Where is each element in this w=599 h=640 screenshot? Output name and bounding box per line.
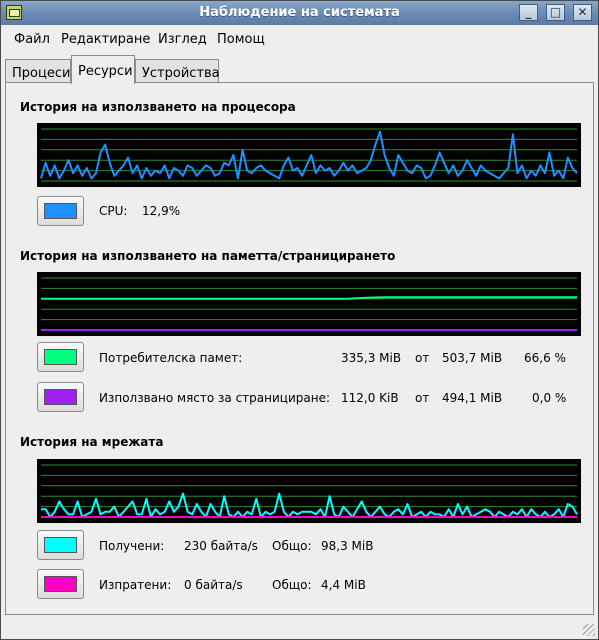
user-memory-color-button[interactable] [37,342,84,372]
maximize-button[interactable]: □ [546,4,565,21]
sent-rate: 0 байта/s [184,578,243,592]
cpu-color-button[interactable] [37,196,84,226]
network-history-chart [41,464,578,518]
received-total: 98,3 MiB [321,539,374,553]
window-title: Наблюдение на системата [199,5,400,20]
user-memory-total: 503,7 MiB [442,351,503,365]
cpu-section-title: История на използването на процесора [20,100,296,114]
tab-resources[interactable]: Ресурси [71,55,135,84]
cpu-history-chart [40,128,578,182]
cpu-color-swatch [44,203,77,219]
received-total-label: Общо: [272,539,312,553]
tab-devices[interactable]: Устройства [135,59,220,83]
menu-file[interactable]: Файл [14,32,50,47]
sent-label: Изпратени: [99,578,172,592]
resize-grip-icon[interactable] [583,624,595,636]
menu-view[interactable]: Изглед [158,32,207,47]
cpu-graph [37,123,581,187]
cpu-label: CPU: [99,204,128,218]
user-memory-label: Потребителска памет: [99,351,243,365]
sent-color-swatch [44,576,77,592]
received-rate: 230 байта/s [184,539,258,553]
memory-section-title: История на използването на паметта/стран… [20,249,396,263]
user-memory-color-swatch [44,349,77,365]
tab-processes[interactable]: Процеси [5,59,71,83]
series-line-0 [40,130,578,180]
sent-total: 4,4 MiB [321,578,366,592]
cpu-value: 12,9% [142,204,181,218]
user-memory-used: 335,3 MiB [341,351,402,365]
swap-percent: 0,0 % [532,391,567,405]
swap-used: 112,0 KiB [341,391,399,405]
sent-color-button[interactable] [37,569,84,599]
status-bar [1,619,598,639]
series-line-0 [41,492,578,518]
memory-history-chart [41,277,577,331]
swap-color-button[interactable] [37,382,84,412]
resources-panel: История на използването на процесора CPU… [5,82,594,615]
received-color-swatch [44,537,77,553]
menu-help[interactable]: Помощ [217,32,265,47]
memory-graph [37,272,581,336]
user-memory-percent: 66,6 % [524,351,566,365]
sent-total-label: Общо: [272,578,312,592]
swap-color-swatch [44,389,77,405]
close-button[interactable]: ✕ [573,4,592,21]
network-section-title: История на мрежата [20,435,164,449]
user-memory-of: от [415,351,430,365]
network-graph [37,459,581,523]
received-color-button[interactable] [37,530,84,560]
swap-total: 494,1 MiB [442,391,503,405]
received-label: Получени: [99,539,165,553]
swap-of: от [415,391,430,405]
swap-label: Използвано място за странициране: [99,391,330,405]
system-monitor-window: Наблюдение на системата _ □ ✕ Файл Редак… [0,0,599,640]
menu-edit[interactable]: Редактиране [61,32,150,47]
menu-bar: Файл Редактиране Изглед Помощ [1,27,598,51]
minimize-button[interactable]: _ [519,4,538,21]
title-bar[interactable]: Наблюдение на системата _ □ ✕ [1,1,598,25]
